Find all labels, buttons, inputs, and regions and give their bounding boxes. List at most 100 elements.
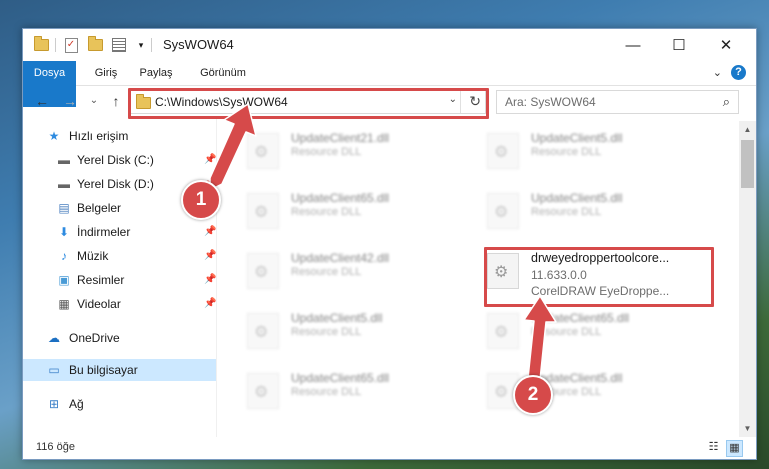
dll-file-icon <box>247 253 279 289</box>
file-description: Resource DLL <box>531 206 602 218</box>
computer-icon: ▭ <box>48 363 60 377</box>
status-bar: 116 öğe ☷ ▦ <box>23 437 756 459</box>
list-item[interactable]: UpdateClient5.dll Resource DLL <box>237 307 447 353</box>
navigation-pane: ★ Hızlı erişim ▬ Yerel Disk (C:) 📌 ▬ Yer… <box>23 125 216 437</box>
vertical-scrollbar[interactable]: ▲ ▼ <box>739 121 756 437</box>
forward-button[interactable]: → <box>61 91 79 111</box>
dll-file-icon <box>247 193 279 229</box>
sidebar-item-label: Hızlı erişim <box>69 129 129 143</box>
documents-icon: ▤ <box>58 201 70 215</box>
sidebar-item-label: Bu bilgisayar <box>69 363 138 377</box>
address-highlight-box <box>128 88 489 119</box>
sidebar-item-onedrive[interactable]: ☁ OneDrive <box>23 327 216 349</box>
list-item[interactable]: UpdateClient65.dll Resource DLL <box>237 187 447 233</box>
callout-badge-2: 2 <box>513 375 553 415</box>
download-icon: ⬇ <box>58 225 70 239</box>
pin-icon: 📌 <box>204 250 217 261</box>
file-highlight-box <box>484 247 714 307</box>
sidebar-item-music[interactable]: ♪ Müzik 📌 <box>23 245 216 267</box>
close-button[interactable]: ✕ <box>703 29 749 61</box>
dll-file-icon <box>487 193 519 229</box>
ribbon-tabs: Dosya Giriş Paylaş Görünüm ⌄ ? <box>23 61 756 107</box>
tab-view[interactable]: Görünüm <box>195 61 251 85</box>
list-item[interactable]: UpdateClient5.dll Resource DLL <box>477 187 687 233</box>
music-icon: ♪ <box>61 249 67 263</box>
sidebar-item-network[interactable]: ⊞ Ağ <box>23 393 216 415</box>
recent-locations-button[interactable]: ⌄ <box>85 91 103 111</box>
list-item[interactable]: UpdateClient21.dll Resource DLL <box>237 127 447 173</box>
search-icon[interactable]: ⌕ <box>723 94 730 110</box>
tiles-view-icon[interactable]: ▦ <box>726 440 743 457</box>
file-name: UpdateClient21.dll <box>291 131 390 145</box>
file-description: Resource DLL <box>291 326 362 338</box>
network-icon: ⊞ <box>48 397 60 411</box>
video-icon: ▦ <box>58 297 70 311</box>
cloud-icon: ☁ <box>48 331 60 345</box>
list-item[interactable]: UpdateClient65.dll Resource DLL <box>237 367 447 413</box>
item-count: 116 öğe <box>36 441 75 453</box>
window-title: SysWOW64 <box>163 37 234 52</box>
file-name: UpdateClient5.dll <box>531 191 623 205</box>
sidebar-item-label: Videolar <box>77 297 121 311</box>
pin-icon: 📌 <box>204 226 217 237</box>
minimize-button[interactable]: — <box>610 29 656 61</box>
callout-badge-1: 1 <box>181 180 221 220</box>
scroll-up-arrow-icon[interactable]: ▲ <box>739 121 756 138</box>
star-icon: ★ <box>48 129 60 143</box>
pin-icon: 📌 <box>204 154 217 165</box>
search-placeholder[interactable]: Ara: SysWOW64 <box>505 95 596 109</box>
ribbon-expand-button[interactable]: ⌄ <box>713 66 722 79</box>
title-bar: ✓ ▾ SysWOW64 — ☐ ✕ <box>23 29 756 61</box>
list-item[interactable]: UpdateClient42.dll Resource DLL <box>237 247 447 293</box>
sidebar-item-label: OneDrive <box>69 331 120 345</box>
sidebar-item-this-pc[interactable]: ▭ Bu bilgisayar <box>23 359 216 381</box>
drive-icon: ▬ <box>58 177 70 191</box>
new-folder-icon[interactable] <box>87 36 103 53</box>
pictures-icon: ▣ <box>58 273 70 287</box>
list-item[interactable]: UpdateClient5.dll Resource DLL <box>477 367 687 413</box>
pane-divider <box>216 119 217 437</box>
quick-access-dropdown[interactable]: ▾ <box>133 37 149 53</box>
maximize-button[interactable]: ☐ <box>656 29 702 61</box>
properties-icon[interactable] <box>111 37 127 53</box>
properties-checklist-icon[interactable]: ✓ <box>63 37 79 53</box>
back-button[interactable]: ← <box>33 91 51 111</box>
tab-share[interactable]: Paylaş <box>135 61 177 85</box>
file-description: Resource DLL <box>531 326 602 338</box>
file-description: Resource DLL <box>291 206 362 218</box>
sidebar-item-downloads[interactable]: ⬇ İndirmeler 📌 <box>23 221 216 243</box>
sidebar-item-quick-access[interactable]: ★ Hızlı erişim <box>23 125 216 147</box>
file-name: UpdateClient5.dll <box>291 311 383 325</box>
drive-icon: ▬ <box>58 153 70 167</box>
sidebar-item-label: Resimler <box>77 273 125 287</box>
divider <box>55 38 56 52</box>
dll-file-icon <box>487 133 519 169</box>
sidebar-item-pictures[interactable]: ▣ Resimler 📌 <box>23 269 216 291</box>
sidebar-item-label: Yerel Disk (D:) <box>77 177 154 191</box>
scrollbar-thumb[interactable] <box>741 140 754 188</box>
scroll-down-arrow-icon[interactable]: ▼ <box>739 420 756 437</box>
list-item[interactable]: UpdateClient65.dll Resource DLL <box>477 307 687 353</box>
file-name: UpdateClient5.dll <box>531 131 623 145</box>
up-button[interactable]: ↑ <box>107 91 125 111</box>
dll-file-icon <box>487 313 519 349</box>
file-description: Resource DLL <box>291 266 362 278</box>
file-description: Resource DLL <box>291 386 362 398</box>
details-view-icon[interactable]: ☷ <box>706 440 721 455</box>
sidebar-item-local-disk-c[interactable]: ▬ Yerel Disk (C:) 📌 <box>23 149 216 171</box>
dll-file-icon <box>247 373 279 409</box>
file-name: UpdateClient42.dll <box>291 251 390 265</box>
sidebar-item-videos[interactable]: ▦ Videolar 📌 <box>23 293 216 315</box>
search-box[interactable]: Ara: SysWOW64 ⌕ <box>496 90 739 114</box>
sidebar-item-label: Ağ <box>69 397 84 411</box>
tab-home[interactable]: Giriş <box>89 61 123 85</box>
file-name: UpdateClient65.dll <box>291 371 390 385</box>
explorer-window: ✓ ▾ SysWOW64 — ☐ ✕ Dosya Giriş Paylaş Gö… <box>22 28 757 460</box>
list-item[interactable]: UpdateClient5.dll Resource DLL <box>477 127 687 173</box>
file-description: Resource DLL <box>531 146 602 158</box>
help-icon[interactable]: ? <box>731 65 746 80</box>
sidebar-item-label: Belgeler <box>77 201 122 215</box>
folder-icon <box>33 36 49 53</box>
divider <box>151 38 152 52</box>
pin-icon: 📌 <box>204 274 217 285</box>
